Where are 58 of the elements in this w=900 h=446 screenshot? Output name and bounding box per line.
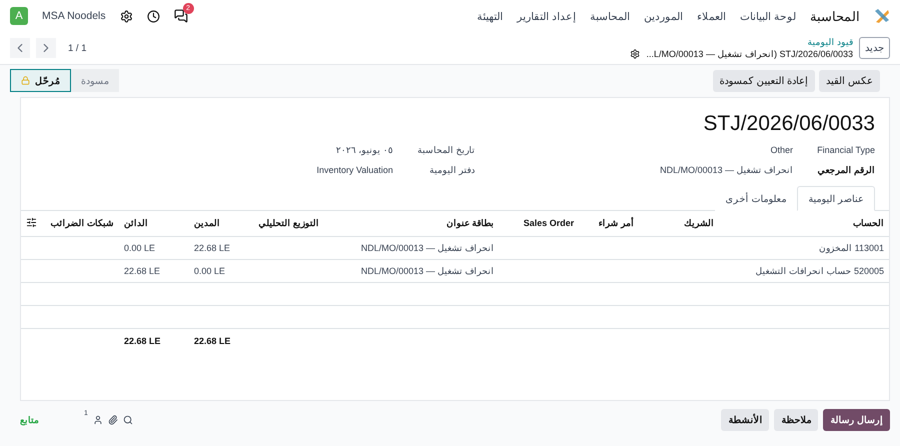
chatter-button[interactable]: إرسال رسالة: [823, 408, 890, 430]
person-icon[interactable]: [92, 414, 103, 424]
record-name: STJ/2026/06/0033 (انحراف تشغيل — L/MO/00013...: [646, 48, 853, 60]
menu-item[interactable]: المحاسبة: [590, 10, 630, 22]
menu-item[interactable]: لوحة البيانات: [740, 10, 796, 22]
column-settings-icon[interactable]: [26, 216, 37, 228]
column-header[interactable]: شبكات الضرائب: [44, 211, 119, 236]
field-label: الرقم المرجعي: [816, 165, 875, 175]
menu-item[interactable]: العملاء: [697, 10, 726, 22]
table-cell: 0.00 LE: [124, 242, 156, 252]
menu-item[interactable]: إعداد التقارير: [517, 10, 576, 22]
paperclip-icon[interactable]: [108, 414, 118, 424]
action-button[interactable]: إعادة التعيين كمسودة: [712, 70, 816, 92]
tab[interactable]: عناصر اليومية: [797, 186, 875, 211]
table-cell: انحراف تشغيل — NDL/MO/00013: [360, 242, 494, 252]
breadcrumb-link[interactable]: قيود اليومية: [630, 36, 853, 48]
record-title: STJ/2026/06/0033: [702, 112, 875, 136]
column-header[interactable]: أمر شراء: [579, 211, 639, 236]
field-value: Other: [770, 145, 793, 155]
table-cell: 113001 المخزون: [819, 242, 884, 252]
field-label: تاريخ المحاسبة: [416, 145, 475, 155]
column-header[interactable]: Sales Order: [499, 211, 579, 236]
status-button[interactable]: مسودة: [71, 69, 119, 92]
app-name[interactable]: المحاسبة: [810, 8, 860, 24]
status-button[interactable]: مُرحّل: [10, 69, 71, 92]
chatter-button[interactable]: ملاحظة: [774, 408, 818, 430]
field-value: ٠٥ يونيو، ٢٠٢٦: [336, 145, 393, 155]
column-header[interactable]: التوزيع التحليلي: [249, 211, 324, 236]
table-cell: انحراف تشغيل — NDL/MO/00013: [360, 266, 494, 276]
column-header[interactable]: الشريك: [639, 211, 719, 236]
new-button[interactable]: جديد: [859, 37, 890, 59]
settings-icon[interactable]: [630, 49, 640, 59]
company-name[interactable]: MSA Noodels: [42, 10, 106, 22]
column-header[interactable]: الدائن: [119, 211, 189, 236]
menu-item[interactable]: التهيئة: [477, 10, 504, 22]
table-cell: 0.00 LE: [194, 266, 226, 276]
pager-value: 1 / 1: [68, 42, 87, 54]
search-icon[interactable]: [122, 414, 133, 424]
logo-icon: [874, 8, 890, 24]
table-cell: 22.68 LE: [194, 242, 230, 252]
column-header[interactable]: المدين: [189, 211, 249, 236]
settings-icon[interactable]: [120, 10, 133, 22]
column-header[interactable]: الحساب: [719, 211, 889, 236]
table-cell: 520005 حساب انحرافات التشغيل: [755, 266, 884, 276]
credit-total: 22.68 LE: [124, 336, 161, 346]
action-button[interactable]: عكس القيد: [819, 70, 880, 92]
table-cell: 22.68 LE: [124, 266, 160, 276]
menu-item[interactable]: الموردين: [644, 10, 684, 22]
debit-total: 22.68 LE: [194, 336, 231, 346]
field-value: انحراف تشغيل — NDL/MO/00013: [660, 165, 793, 175]
field-label: دفتر اليومية: [428, 165, 475, 175]
field-label: Financial Type: [816, 145, 875, 155]
chat-icon[interactable]: [174, 9, 188, 23]
clock-icon[interactable]: [146, 10, 160, 22]
field-value: Inventory Valuation: [316, 165, 393, 175]
column-header[interactable]: بطاقة عنوان: [324, 211, 499, 236]
chatter-button[interactable]: الأنشطة: [721, 408, 770, 430]
lock-icon: [21, 76, 30, 85]
